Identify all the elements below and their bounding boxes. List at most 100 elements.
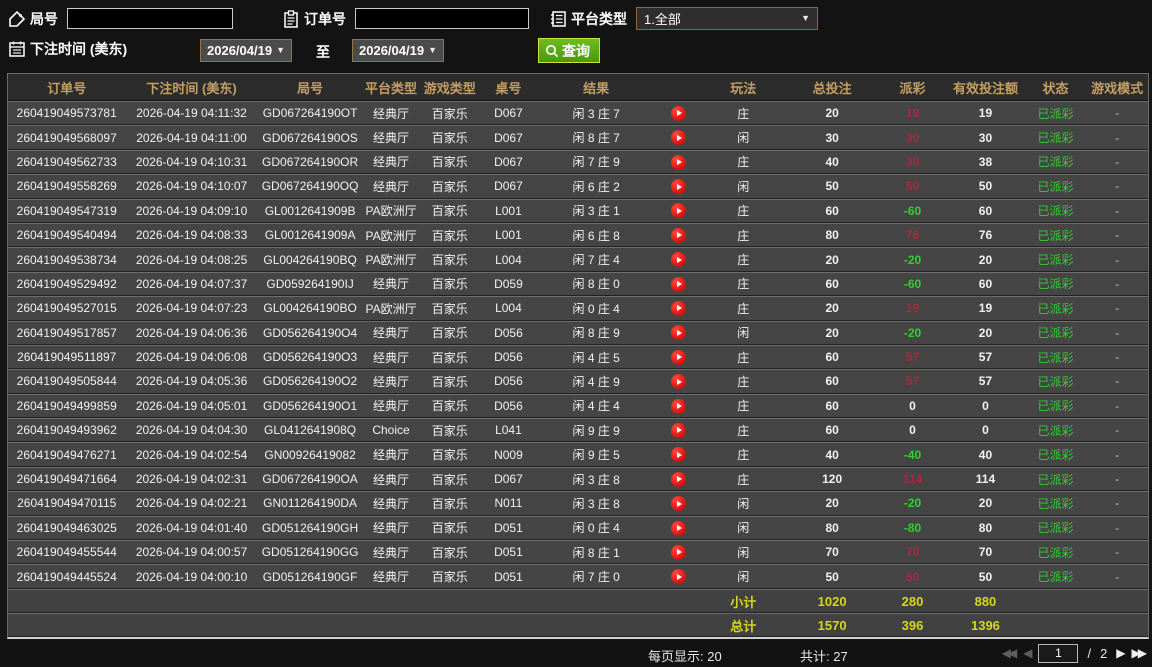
cell-table-no: D056 bbox=[494, 374, 523, 389]
cell-bet-time: 2026-04-19 04:05:01 bbox=[135, 398, 248, 413]
col-replay bbox=[655, 74, 702, 101]
replay-icon[interactable] bbox=[670, 398, 686, 414]
cell-payout: -20 bbox=[903, 496, 922, 511]
cell-game-mode: - bbox=[1115, 423, 1120, 438]
cell-play-type: 庄 bbox=[737, 277, 750, 292]
cell-order-no: 260419049529492 bbox=[16, 276, 117, 291]
cell-total-bet: 80 bbox=[825, 520, 839, 535]
replay-icon[interactable] bbox=[670, 544, 686, 560]
cell-total-bet: 20 bbox=[825, 252, 839, 267]
replay-icon[interactable] bbox=[670, 154, 686, 170]
subtotal-payout: 280 bbox=[901, 593, 924, 609]
cell-game-no: GD051264190GH bbox=[262, 520, 359, 535]
cell-total-bet: 60 bbox=[825, 398, 839, 413]
cell-total-bet: 120 bbox=[822, 472, 843, 487]
cell-replay bbox=[655, 272, 701, 296]
col-order-no: 订单号 bbox=[8, 74, 126, 101]
col-valid-bet: 有效投注额 bbox=[946, 74, 1025, 101]
cell-result: 闲 3 庄 1 bbox=[572, 204, 620, 219]
date-to-picker[interactable]: 2026/04/19 ▼ bbox=[352, 39, 444, 62]
cell-result: 闲 0 庄 4 bbox=[572, 521, 620, 536]
cell-platform: 经典厅 bbox=[373, 326, 410, 341]
query-button[interactable]: 查询 bbox=[538, 38, 600, 63]
prev-page-icon[interactable]: ◀ bbox=[1023, 646, 1032, 660]
table-row: 260419049493962 2026-04-19 04:04:30 GL0412… bbox=[8, 418, 1148, 443]
replay-icon[interactable] bbox=[670, 105, 686, 121]
cell-game-no: GL004264190BQ bbox=[263, 252, 357, 267]
game-no-label: 局号 bbox=[30, 10, 58, 27]
replay-icon[interactable] bbox=[670, 203, 686, 219]
cell-total-bet: 60 bbox=[825, 374, 839, 389]
replay-icon[interactable] bbox=[670, 325, 686, 341]
cell-table-no: L041 bbox=[495, 423, 522, 438]
replay-icon[interactable] bbox=[670, 300, 686, 316]
replay-icon[interactable] bbox=[670, 276, 686, 292]
cell-status: 已派彩 bbox=[1037, 253, 1074, 268]
replay-icon[interactable] bbox=[670, 447, 686, 463]
pagination-bar: 每页显示: 20 共计: 27 ◀◀ ◀ / 2 ▶ ▶▶ bbox=[0, 639, 1152, 667]
cell-play-type: 庄 bbox=[737, 472, 750, 487]
cell-status: 已派彩 bbox=[1037, 179, 1074, 194]
cell-order-no: 260419049547319 bbox=[16, 203, 117, 218]
cell-replay bbox=[655, 564, 701, 589]
last-page-icon[interactable]: ▶▶ bbox=[1132, 646, 1148, 660]
cell-status: 已派彩 bbox=[1037, 423, 1074, 438]
cell-order-no: 260419049499859 bbox=[16, 398, 117, 413]
cell-order-no: 260419049505844 bbox=[16, 374, 117, 389]
cell-play-type: 庄 bbox=[737, 423, 750, 438]
platform-select[interactable]: 1.全部 ▼ bbox=[636, 7, 818, 30]
cell-status: 已派彩 bbox=[1037, 131, 1074, 146]
cell-game-no: GD067264190OR bbox=[262, 154, 359, 169]
bet-records-table: 订单号 下注时间 (美东) 局号 平台类型 游戏类型 桌号 结果 玩法 总投注 … bbox=[7, 73, 1149, 639]
cell-status: 已派彩 bbox=[1037, 155, 1074, 170]
cell-payout: 19 bbox=[905, 301, 920, 316]
cell-valid-bet: 19 bbox=[978, 301, 993, 316]
first-page-icon[interactable]: ◀◀ bbox=[1002, 646, 1018, 660]
chevron-down-icon: ▼ bbox=[428, 45, 437, 55]
date-from-picker[interactable]: 2026/04/19 ▼ bbox=[200, 39, 292, 62]
order-no-input[interactable] bbox=[355, 8, 529, 29]
cell-status: 已派彩 bbox=[1037, 350, 1074, 365]
cell-game-no: GD059264190IJ bbox=[266, 276, 354, 291]
cell-total-bet: 70 bbox=[825, 545, 839, 560]
cell-table-no: D059 bbox=[494, 276, 523, 291]
cell-table-no: D051 bbox=[494, 520, 523, 535]
replay-icon[interactable] bbox=[670, 496, 686, 512]
cell-valid-bet: 38 bbox=[978, 154, 993, 169]
next-page-icon[interactable]: ▶ bbox=[1116, 646, 1125, 660]
replay-icon[interactable] bbox=[670, 374, 686, 390]
cell-status: 已派彩 bbox=[1037, 326, 1074, 341]
cell-replay bbox=[655, 125, 701, 149]
cell-status: 已派彩 bbox=[1037, 570, 1074, 585]
cell-result: 闲 9 庄 5 bbox=[572, 448, 620, 463]
cell-game-mode: - bbox=[1115, 276, 1120, 291]
cell-table-no: D067 bbox=[494, 179, 523, 194]
cell-bet-time: 2026-04-19 04:09:10 bbox=[135, 203, 248, 218]
cell-play-type: 闲 bbox=[737, 570, 750, 585]
replay-icon[interactable] bbox=[670, 520, 686, 536]
cell-game-mode: - bbox=[1115, 472, 1120, 487]
cell-game-no: GD051264190GG bbox=[261, 545, 359, 560]
replay-icon[interactable] bbox=[670, 130, 686, 146]
game-no-input[interactable] bbox=[67, 8, 233, 29]
replay-icon[interactable] bbox=[670, 179, 686, 195]
cell-payout: 70 bbox=[905, 545, 920, 560]
replay-icon[interactable] bbox=[670, 422, 686, 438]
cell-platform: 经典厅 bbox=[373, 570, 410, 585]
cell-platform: Choice bbox=[372, 423, 410, 438]
cell-status: 已派彩 bbox=[1037, 545, 1074, 560]
cell-platform: 经典厅 bbox=[373, 155, 410, 170]
replay-icon[interactable] bbox=[670, 227, 686, 243]
cell-payout: -20 bbox=[903, 325, 922, 340]
cell-game-type: 百家乐 bbox=[431, 131, 468, 146]
page-number-input[interactable] bbox=[1038, 643, 1079, 663]
cell-table-no: D056 bbox=[494, 325, 523, 340]
replay-icon[interactable] bbox=[670, 349, 686, 365]
replay-icon[interactable] bbox=[670, 471, 686, 487]
cell-game-mode: - bbox=[1115, 179, 1120, 194]
cell-game-no: GL0012641909A bbox=[264, 228, 356, 243]
replay-icon[interactable] bbox=[670, 252, 686, 268]
cell-status: 已派彩 bbox=[1037, 472, 1074, 487]
cell-platform: 经典厅 bbox=[373, 106, 410, 121]
replay-icon[interactable] bbox=[670, 569, 686, 585]
